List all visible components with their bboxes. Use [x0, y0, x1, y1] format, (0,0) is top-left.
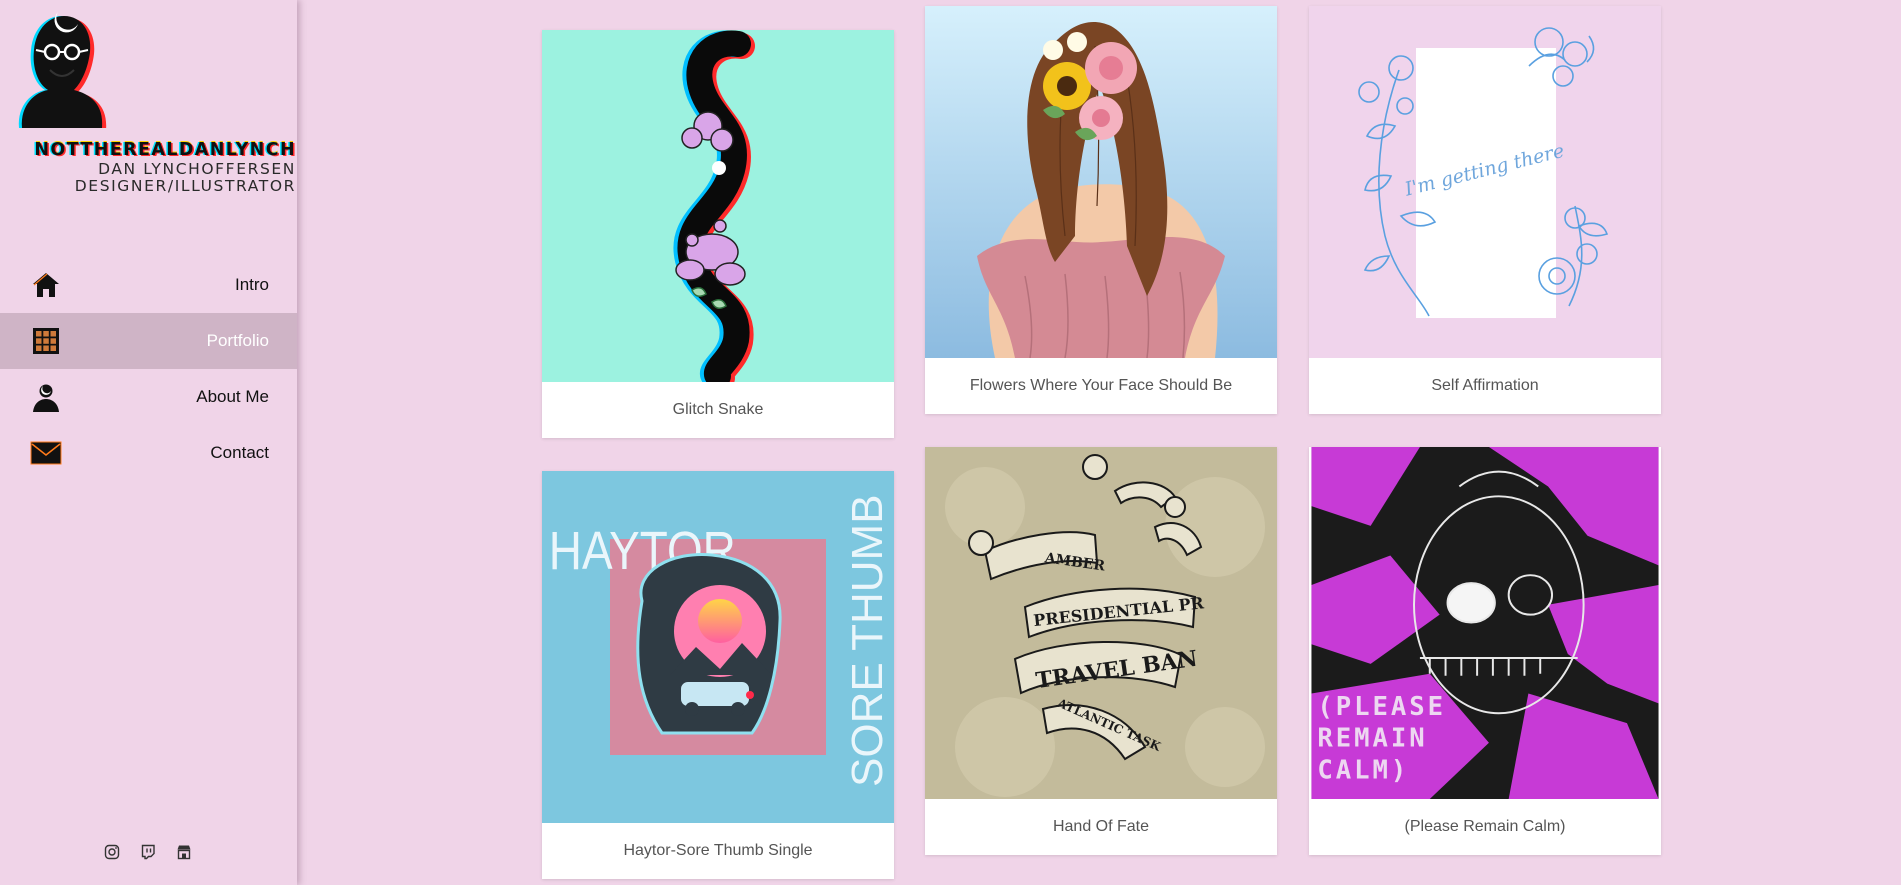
artwork-image[interactable]	[542, 30, 894, 382]
card-title: Glitch Snake	[672, 401, 764, 418]
nav-label-contact: Contact	[210, 443, 269, 462]
card-title: Hand Of Fate	[1052, 818, 1150, 835]
portfolio-card[interactable]: (PLEASE REMAIN CALM) (Please Remain Calm…	[1309, 447, 1661, 855]
card-title: (Please Remain Calm)	[1404, 818, 1566, 835]
store-icon[interactable]	[176, 844, 192, 860]
portfolio-card[interactable]: HAYTOR SORE THUMB Haytor-Sore Thumb Sing…	[542, 471, 894, 879]
brand-name[interactable]: NOTTHEREALDANLYNCH	[2, 140, 296, 160]
card-title: Haytor-Sore Thumb Single	[623, 842, 813, 859]
artwork-text: (PLEASE	[1317, 692, 1446, 722]
artwork-text: CALM)	[1317, 755, 1409, 785]
card-title: Self Affirmation	[1431, 377, 1539, 394]
portfolio-card[interactable]: Flowers Where Your Face Should Be	[925, 6, 1277, 414]
portfolio-card[interactable]: I'm getting there Self Affirmation	[1309, 6, 1661, 414]
instagram-icon[interactable]	[104, 844, 120, 860]
card-title: Flowers Where Your Face Should Be	[969, 377, 1233, 394]
nav-item-about-me[interactable]: About Me	[0, 369, 297, 425]
brand-subtitle-role: DESIGNER/ILLUSTRATOR	[74, 177, 296, 195]
sidebar: NOTTHEREALDANLYNCH DAN LYNCHOFFERSEN DES…	[0, 0, 297, 885]
home-icon	[33, 273, 59, 297]
logo-avatar[interactable]	[6, 6, 116, 128]
nav-item-intro[interactable]: Intro	[0, 257, 297, 313]
artwork-image[interactable]: TRAVEL BAN PRESIDENTIAL PR AMBER ATLANTI…	[925, 447, 1277, 799]
nav-label-about-me: About Me	[196, 387, 269, 406]
artwork-image[interactable]: HAYTOR SORE THUMB	[542, 471, 894, 823]
artwork-text: REMAIN	[1317, 724, 1427, 754]
artwork-image[interactable]	[925, 6, 1277, 358]
main-nav: Intro Portfolio About Me Contact	[0, 257, 297, 481]
artwork-image[interactable]: I'm getting there	[1309, 6, 1661, 358]
social-links	[104, 844, 192, 860]
artwork-image[interactable]: (PLEASE REMAIN CALM)	[1309, 447, 1661, 799]
brand-subtitle: DAN LYNCHOFFERSEN DESIGNER/ILLUSTRATOR	[2, 161, 296, 195]
person-icon	[33, 384, 59, 412]
brand-subtitle-name: DAN LYNCHOFFERSEN	[98, 160, 296, 178]
nav-item-portfolio[interactable]: Portfolio	[0, 313, 297, 369]
envelope-icon	[30, 441, 62, 465]
twitch-icon[interactable]	[140, 844, 156, 860]
grid-icon	[33, 328, 59, 354]
portfolio-card[interactable]: TRAVEL BAN PRESIDENTIAL PR AMBER ATLANTI…	[925, 447, 1277, 855]
artwork-text: SORE THUMB	[843, 494, 892, 787]
nav-item-contact[interactable]: Contact	[0, 425, 297, 481]
nav-label-portfolio: Portfolio	[206, 331, 269, 350]
portfolio-card[interactable]: Glitch Snake	[542, 30, 894, 438]
nav-label-intro: Intro	[234, 275, 269, 294]
